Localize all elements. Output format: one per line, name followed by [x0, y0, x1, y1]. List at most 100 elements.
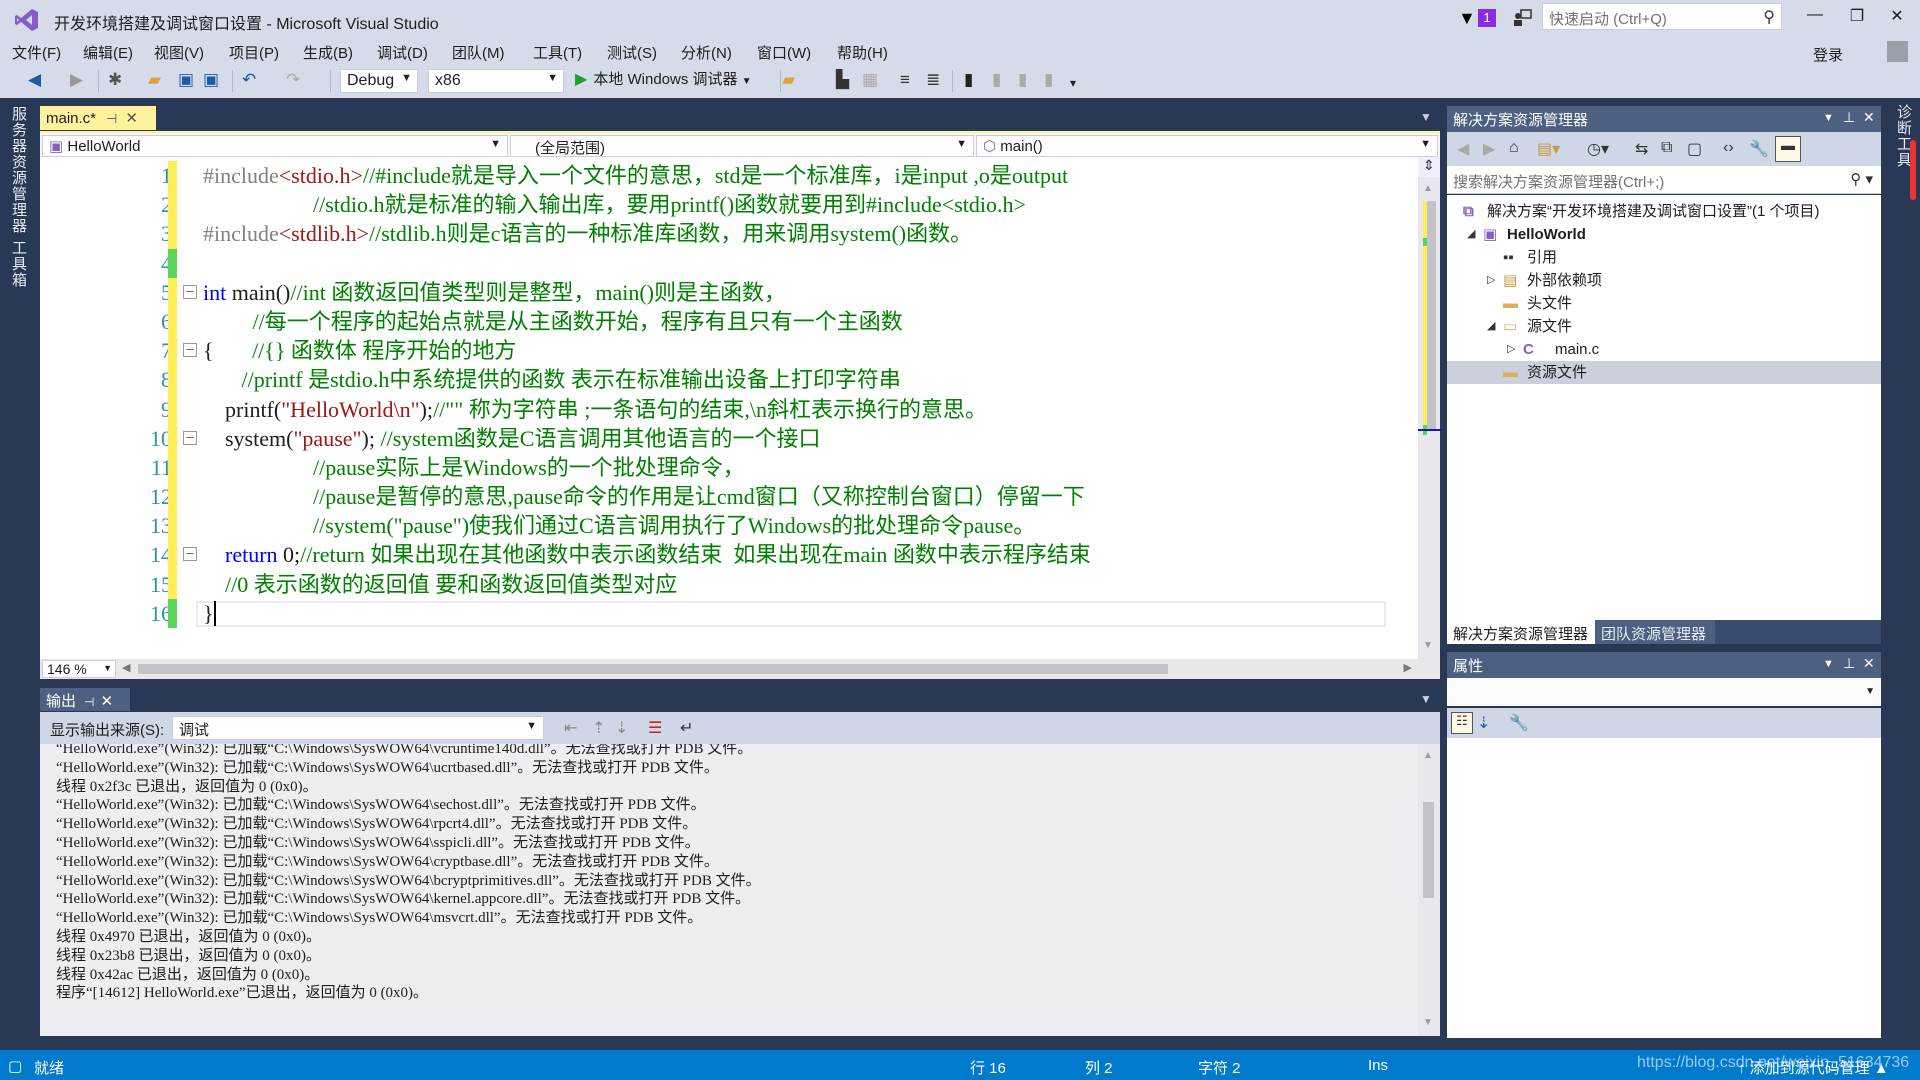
code-line[interactable]: 6 //每一个程序的起始点就是从主函数开始，程序有且只有一个主函数: [40, 306, 1418, 337]
tree-node[interactable]: ▷ ▤ 外部依赖项: [1447, 269, 1881, 292]
menu-window[interactable]: 窗口(W): [757, 42, 811, 63]
menu-debug[interactable]: 调试(D): [377, 42, 428, 63]
project-select[interactable]: ▣ HelloWorld ▼: [42, 135, 508, 157]
menu-tools[interactable]: 工具(T): [533, 42, 582, 63]
properties-object-select[interactable]: ▼: [1447, 678, 1881, 706]
scroll-up-icon[interactable]: ▲: [1423, 750, 1433, 761]
menu-team[interactable]: 团队(M): [452, 42, 505, 63]
redo-icon[interactable]: ↷: [286, 70, 300, 90]
collapse-region-icon[interactable]: −: [183, 343, 197, 358]
tree-node[interactable]: ⧉ 解决方案“开发环境搭建及调试窗口设置”(1 个项目): [1447, 200, 1881, 223]
tree-node[interactable]: ▬ 头文件: [1447, 292, 1881, 315]
code-line[interactable]: 1 #include<stdio.h>//#include就是导入一个文件的意思，…: [40, 161, 1418, 191]
switch-views-icon[interactable]: ▤▾: [1537, 139, 1560, 159]
output-text-area[interactable]: “HelloWorld.exe”(Win32): 已加载“C:\Windows\…: [40, 744, 1418, 1036]
navigate-back-icon[interactable]: ◀: [28, 70, 41, 90]
code-line[interactable]: 2 //stdio.h就是标准的输入输出库，要用printf()函数就要用到#i…: [40, 190, 1418, 220]
code-line[interactable]: 11 //pause实际上是Windows的一个批处理命令，: [40, 452, 1418, 483]
tree-node[interactable]: ▬ 资源文件: [1447, 361, 1881, 384]
close-icon[interactable]: ✕: [1863, 109, 1875, 126]
thread-icon[interactable]: ▦: [862, 70, 878, 90]
menu-test[interactable]: 测试(S): [607, 42, 657, 63]
alphabetical-icon[interactable]: ⇣: [1477, 713, 1490, 733]
properties-wrench-icon[interactable]: 🔧: [1749, 139, 1769, 159]
open-file-icon[interactable]: ▰: [148, 70, 161, 90]
menu-project[interactable]: 项目(P): [229, 42, 279, 63]
pending-changes-filter-icon[interactable]: ◷▾: [1587, 139, 1609, 159]
quick-launch-input[interactable]: 快速启动 (Ctrl+Q) ⚲: [1542, 3, 1782, 30]
toolbox-tab[interactable]: 工具箱: [8, 240, 29, 288]
scrollbar-map[interactable]: [1418, 201, 1442, 435]
split-window-icon[interactable]: ⇕: [1418, 157, 1440, 177]
scroll-right-icon[interactable]: ▶: [1404, 661, 1412, 674]
tab-list-dropdown-icon[interactable]: ▼: [1420, 110, 1432, 124]
search-icon[interactable]: ⚲ ▾: [1850, 170, 1873, 188]
sign-in-link[interactable]: 登录: [1813, 44, 1843, 65]
property-pages-icon[interactable]: 🔧: [1509, 713, 1529, 733]
member-select[interactable]: ⬡ main() ▼: [976, 135, 1438, 157]
code-editor[interactable]: 1 #include<stdio.h>//#include就是导入一个文件的意思，…: [40, 157, 1418, 659]
start-debugging-button[interactable]: ▶ 本地 Windows 调试器 ▼: [575, 68, 752, 89]
window-position-icon[interactable]: ▼: [1823, 112, 1834, 124]
notifications-filter-icon[interactable]: ▼: [1458, 8, 1476, 29]
pin-icon[interactable]: ⊣: [84, 695, 94, 709]
output-tab[interactable]: 输出 ⊣ ✕: [40, 688, 130, 711]
output-vertical-scrollbar[interactable]: ▲ ▼: [1418, 744, 1440, 1036]
tree-node[interactable]: ▷ Cmain.c: [1447, 338, 1881, 361]
code-line[interactable]: 15 //0 表示函数的返回值 要和函数返回值类型对应: [40, 569, 1418, 599]
tab-team-explorer[interactable]: 团队资源管理器: [1595, 620, 1715, 644]
output-source-select[interactable]: 调试 ▼: [172, 716, 544, 740]
horizontal-scroll-thumb[interactable]: [138, 664, 1168, 674]
close-button[interactable]: ✕: [1882, 6, 1912, 30]
scope-select[interactable]: (全局范围) ▼: [510, 135, 974, 157]
scroll-down-icon[interactable]: ▼: [1423, 1017, 1433, 1028]
scroll-up-icon[interactable]: ▲: [1423, 183, 1433, 194]
clear-all-icon[interactable]: ☰: [648, 718, 662, 738]
menu-analyze[interactable]: 分析(N): [681, 42, 732, 63]
code-line[interactable]: 5− int main()//int 函数返回值类型则是整型，main()则是主函…: [40, 277, 1418, 307]
step-icon[interactable]: ▙: [836, 70, 849, 90]
pin-icon[interactable]: ⊥: [1843, 109, 1855, 126]
close-icon[interactable]: ✕: [1863, 655, 1875, 672]
tree-node[interactable]: ▪▪ 引用: [1447, 246, 1881, 269]
server-explorer-tab[interactable]: 服务器资源管理器: [8, 106, 29, 234]
menu-view[interactable]: 视图(V): [154, 42, 204, 63]
close-tab-icon[interactable]: ✕: [125, 110, 138, 127]
save-all-icon[interactable]: ▣: [203, 70, 219, 90]
code-line[interactable]: 14− return 0;//return 如果出现在其他函数中表示函数结束 如…: [40, 540, 1418, 570]
collapse-region-icon[interactable]: −: [183, 547, 197, 562]
show-all-files-icon[interactable]: ▢: [1687, 139, 1702, 159]
code-line[interactable]: 9 printf("HelloWorld\n");//"" 称为字符串 ;一条语…: [40, 394, 1418, 424]
navigate-forward-icon[interactable]: ▶: [70, 70, 83, 90]
new-project-icon[interactable]: ✱: [108, 70, 122, 90]
avatar[interactable]: [1887, 41, 1908, 62]
pin-icon[interactable]: ⊥: [1843, 655, 1855, 672]
close-icon[interactable]: ✕: [100, 693, 113, 710]
view-code-icon[interactable]: ‹›: [1723, 139, 1734, 157]
code-line[interactable]: 13 //system("pause")使我们通过C语言调用执行了Windows…: [40, 511, 1418, 541]
feedback-icon[interactable]: [1512, 8, 1532, 28]
scroll-left-icon[interactable]: ◀: [122, 661, 130, 674]
tab-solution-explorer[interactable]: 解决方案资源管理器: [1447, 620, 1595, 644]
code-line[interactable]: 3 #include<stdlib.h>//stdlib.h则是c语言的一种标准库…: [40, 219, 1418, 249]
next-bookmark-icon[interactable]: ▮: [1018, 70, 1027, 90]
search-icon[interactable]: ⚲: [1763, 7, 1775, 27]
undo-icon[interactable]: ↶: [242, 70, 256, 90]
toggle-word-wrap-icon[interactable]: ↵: [680, 718, 693, 738]
menu-edit[interactable]: 编辑(E): [83, 42, 133, 63]
bookmark-icon[interactable]: ▮: [964, 70, 973, 90]
notification-badge[interactable]: 1: [1478, 9, 1496, 27]
expanded-arrow-icon[interactable]: ◢: [1487, 315, 1495, 338]
editor-vertical-scrollbar[interactable]: ⇕ ▲ ▼: [1418, 157, 1442, 659]
platform-select[interactable]: x86 ▼: [428, 69, 564, 93]
comment-out-icon[interactable]: ≡: [900, 70, 910, 90]
previous-bookmark-icon[interactable]: ▮: [992, 70, 1001, 90]
panel-menu-dropdown-icon[interactable]: ▼: [1420, 692, 1432, 706]
code-line[interactable]: 8 //printf 是stdio.h中系统提供的函数 表示在标准输出设备上打印…: [40, 365, 1418, 395]
document-tab-main-c[interactable]: main.c* ⊣ ✕: [40, 106, 156, 130]
collapsed-arrow-icon[interactable]: ▷: [1487, 269, 1495, 292]
back-icon[interactable]: ◀: [1457, 139, 1469, 159]
clear-bookmarks-icon[interactable]: ▮: [1044, 70, 1053, 90]
output-window-icon[interactable]: ▢: [8, 1057, 22, 1075]
forward-icon[interactable]: ▶: [1483, 139, 1495, 159]
